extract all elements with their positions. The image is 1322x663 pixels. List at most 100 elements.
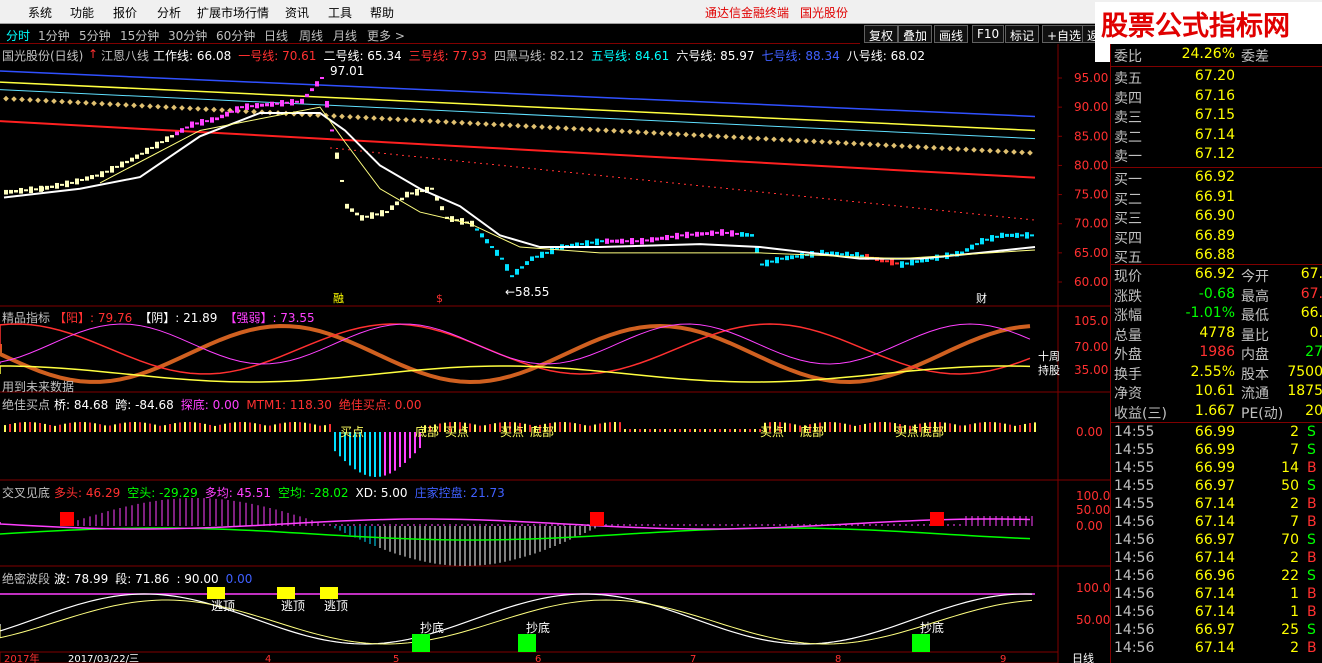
histogram-bar bbox=[1034, 422, 1036, 432]
menu-item-system[interactable]: 系统 bbox=[28, 4, 52, 21]
menu-item-tools[interactable]: 工具 bbox=[328, 4, 352, 21]
candle bbox=[605, 238, 609, 244]
diamond-marker bbox=[19, 96, 25, 103]
period-tab-weekly[interactable]: 周线 bbox=[299, 27, 323, 44]
diamond-marker bbox=[563, 125, 569, 132]
candle bbox=[285, 101, 289, 104]
diamond-marker bbox=[675, 131, 681, 138]
candle bbox=[280, 100, 284, 107]
menu-item-quote[interactable]: 报价 bbox=[113, 4, 137, 21]
period-tab-60min[interactable]: 60分钟 bbox=[216, 27, 255, 44]
candle bbox=[85, 176, 89, 181]
histogram-bar bbox=[294, 422, 296, 432]
period-tab-1min[interactable]: 1分钟 bbox=[38, 27, 70, 44]
tick-side: B bbox=[1307, 640, 1317, 656]
histogram-bar bbox=[384, 432, 386, 476]
add-watchlist-button[interactable]: +自选 bbox=[1042, 25, 1087, 43]
candle bbox=[1010, 233, 1014, 237]
menu-item-news[interactable]: 资讯 bbox=[285, 4, 309, 21]
histogram-bar bbox=[569, 422, 571, 432]
ask-price: 67.14 bbox=[1194, 126, 1235, 143]
histogram-bar bbox=[1009, 424, 1011, 432]
adjust-button[interactable]: 复权 bbox=[864, 25, 899, 43]
tick-volume: 1 bbox=[1290, 604, 1299, 620]
candle bbox=[985, 238, 989, 241]
histogram-bar bbox=[239, 422, 241, 432]
diamond-marker bbox=[507, 122, 513, 129]
diamond-marker bbox=[731, 134, 737, 140]
cross-signal-square bbox=[590, 512, 604, 526]
candle bbox=[720, 229, 724, 236]
candle bbox=[120, 161, 124, 168]
candle bbox=[70, 181, 74, 184]
chart-area[interactable]: 95.00 90.00 85.00 80.00 75.00 70.00 65.00 60.00… bbox=[0, 44, 1118, 663]
candle bbox=[725, 231, 729, 234]
candle bbox=[410, 192, 414, 195]
menu-item-analysis[interactable]: 分析 bbox=[157, 4, 181, 21]
ask-row: 卖四 67.16 bbox=[1111, 88, 1322, 107]
period-tab-more[interactable]: 更多 > bbox=[367, 27, 405, 44]
period-tab-30min[interactable]: 30分钟 bbox=[168, 27, 207, 44]
candle bbox=[100, 171, 104, 178]
candle bbox=[225, 111, 229, 117]
line-6 bbox=[0, 81, 1036, 132]
period-tab-monthly[interactable]: 月线 bbox=[333, 27, 357, 44]
diamond-marker bbox=[1019, 149, 1025, 156]
histogram-bar bbox=[854, 425, 856, 432]
menu-item-function[interactable]: 功能 bbox=[70, 4, 94, 21]
ask-price: 67.15 bbox=[1194, 107, 1235, 123]
menu-item-extended-market[interactable]: 扩展市场行情 bbox=[197, 4, 269, 21]
panel3-annotation: 买点 bbox=[340, 425, 364, 439]
period-tab-15min[interactable]: 15分钟 bbox=[120, 27, 159, 44]
histogram-bar bbox=[369, 432, 371, 477]
diamond-marker bbox=[955, 146, 961, 152]
candle bbox=[135, 154, 139, 159]
overlay-button[interactable]: 叠加 bbox=[898, 25, 933, 43]
histogram-bar bbox=[659, 429, 661, 432]
candle bbox=[340, 179, 344, 182]
histogram-bar bbox=[559, 422, 561, 432]
histogram-bar bbox=[34, 422, 36, 432]
diamond-marker bbox=[83, 100, 89, 106]
f10-button[interactable]: F10 bbox=[972, 25, 1005, 43]
quote-value: 67. bbox=[1300, 285, 1322, 302]
tick-time: 14:56 bbox=[1114, 586, 1155, 602]
candle bbox=[530, 256, 534, 261]
time-axis-label: 2017/03/22/三 bbox=[68, 654, 139, 663]
band-curve bbox=[0, 599, 1033, 645]
histogram-bar bbox=[274, 424, 276, 432]
mark-button[interactable]: 标记 bbox=[1005, 25, 1040, 43]
histogram-bar bbox=[724, 429, 726, 432]
panel2-side-label-2: 持股 bbox=[1038, 364, 1060, 377]
histogram-bar bbox=[964, 425, 966, 432]
panel4-axis-label: 100.00 bbox=[1076, 489, 1110, 503]
menu-item-help[interactable]: 帮助 bbox=[370, 4, 394, 21]
candle bbox=[735, 232, 739, 235]
candle bbox=[750, 234, 754, 237]
tick-price: 66.96 bbox=[1194, 568, 1235, 584]
candle bbox=[905, 262, 909, 265]
price-axis-label: 70.00 bbox=[1074, 217, 1108, 231]
sell-signal-square bbox=[277, 587, 295, 599]
indicator-value: 【阳】: 79.76 bbox=[54, 311, 133, 325]
period-tab-daily[interactable]: 日线 bbox=[264, 27, 288, 44]
time-axis-label: 7 bbox=[690, 654, 696, 663]
candle bbox=[715, 231, 719, 234]
period-tab-5min[interactable]: 5分钟 bbox=[79, 27, 111, 44]
diamond-marker bbox=[763, 136, 769, 142]
quote-row: 收益(三) 1.667 PE(动) 20 bbox=[1111, 403, 1322, 422]
draw-line-button[interactable]: 画线 bbox=[934, 25, 969, 43]
diamond-marker bbox=[891, 142, 897, 149]
histogram-bar bbox=[84, 422, 86, 432]
candle bbox=[890, 259, 894, 266]
period-tab-intraday[interactable]: 分时 bbox=[6, 27, 30, 44]
candle bbox=[505, 264, 509, 271]
histogram-bar bbox=[564, 422, 566, 432]
candle bbox=[1030, 234, 1034, 237]
candle bbox=[780, 257, 784, 260]
ask-row: 卖三 67.15 bbox=[1111, 107, 1322, 126]
candle bbox=[155, 141, 159, 149]
diamond-marker bbox=[51, 98, 57, 104]
histogram-bar bbox=[884, 422, 886, 432]
diamond-marker bbox=[739, 134, 745, 141]
